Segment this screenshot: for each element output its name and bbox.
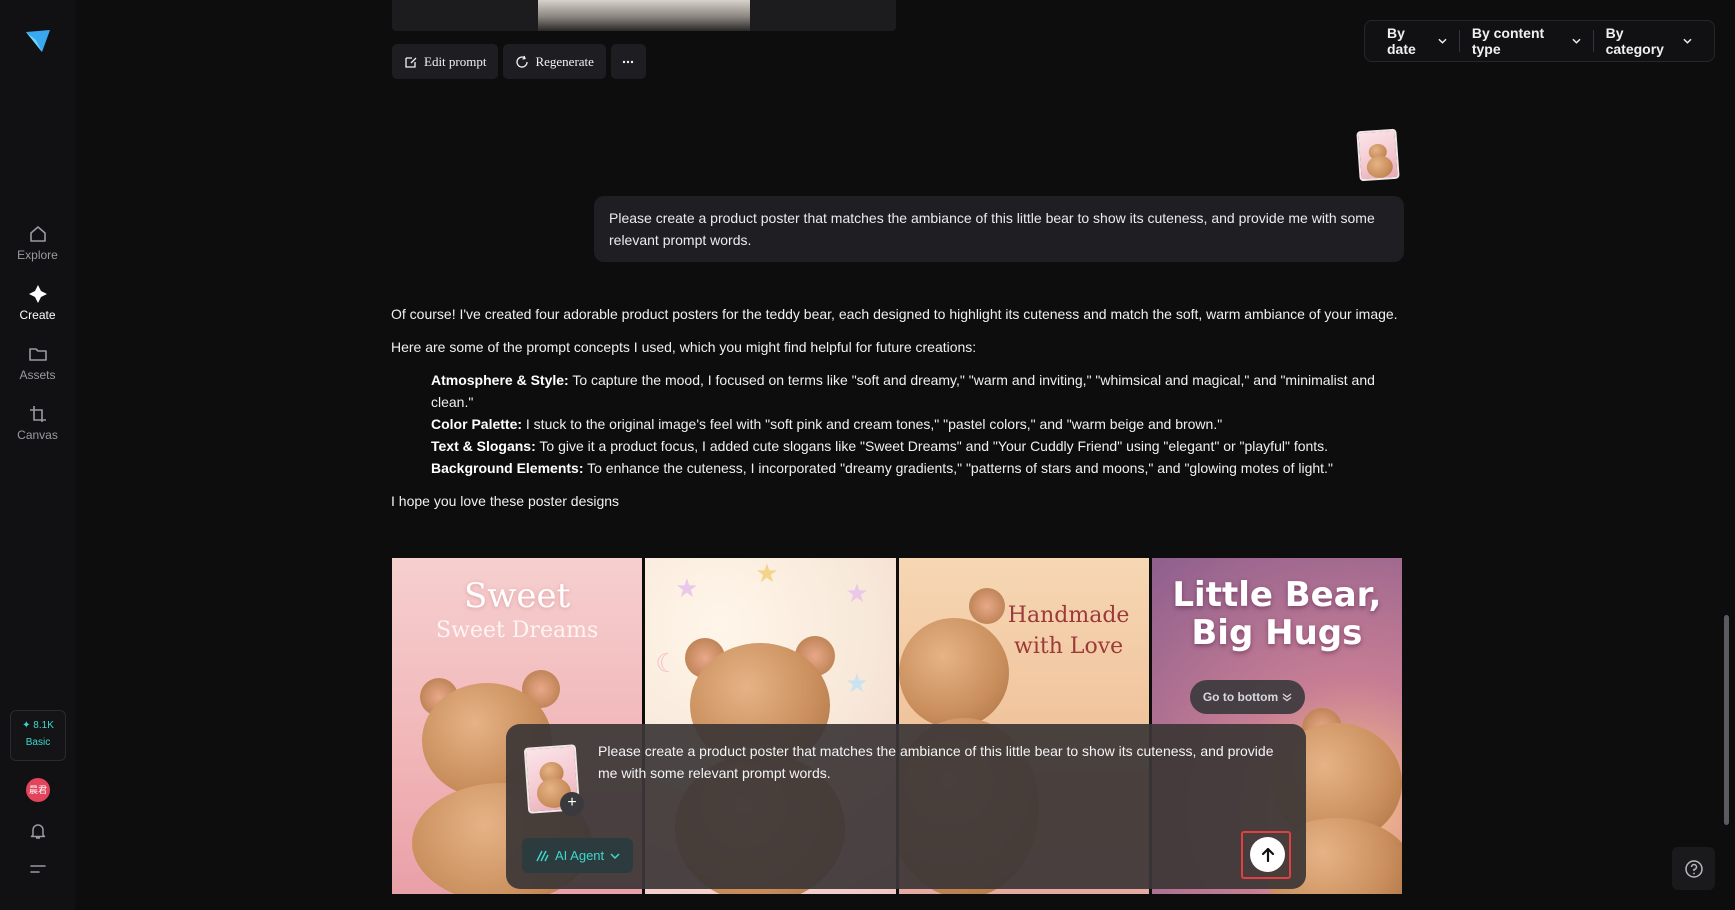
folder-icon [28,348,47,361]
sidebar-item-assets[interactable]: Assets [0,343,75,382]
concept-title: Color Palette: [431,416,523,432]
star-icon: ★ [755,558,779,588]
more-icon [623,60,634,63]
assistant-closing: I hope you love these poster designs [391,493,620,509]
assistant-message: Of course! I've created four adorable pr… [391,303,1401,523]
message-actions: Edit prompt Regenerate [392,44,646,79]
list-item: Background Elements: To enhance the cute… [431,457,1401,479]
sidebar-item-explore[interactable]: Explore [0,223,75,262]
user-message: Please create a product poster that matc… [594,196,1404,262]
go-to-bottom-button[interactable]: Go to bottom [1190,680,1305,714]
concept-text: I stuck to the original image's feel wit… [522,416,1223,432]
poster-title-line: Little Bear, [1172,575,1382,615]
menu-icon[interactable] [28,860,48,878]
prompt-input[interactable]: Please create a product poster that matc… [598,740,1278,784]
poster-title-line: Big Hugs [1191,613,1363,653]
star-icon: ☾ [655,648,679,678]
poster-title-line: Handmade [1007,603,1130,628]
sparkle-icon [28,285,47,303]
concept-text: To capture the mood, I focused on terms … [431,372,1375,410]
sidebar-item-label: Assets [19,368,56,382]
user-attached-image[interactable] [1356,128,1400,182]
scrollbar[interactable] [1724,615,1729,825]
chevron-down-icon [610,852,620,859]
star-icon: ★ [675,573,699,603]
filter-by-category[interactable]: By category [1592,25,1704,57]
filter-by-date[interactable]: By date [1375,25,1459,57]
chevron-down-icon [1683,38,1692,44]
credits-star-icon: ✦ [22,720,34,731]
avatar[interactable]: 晨君 [26,778,50,802]
home-icon [29,226,46,242]
agent-label: AI Agent [555,848,605,863]
filter-label: By content type [1471,25,1545,57]
assistant-intro: Of course! I've created four adorable pr… [391,306,1398,322]
assistant-concepts-lead: Here are some of the prompt concepts I u… [391,339,977,355]
list-item: Atmosphere & Style: To capture the mood,… [431,369,1401,413]
concept-text: To give it a product focus, I added cute… [535,438,1329,454]
filter-label: By category [1605,25,1664,57]
chevrons-down-icon [1282,693,1292,702]
poster-title: Sweet [463,576,571,616]
app-logo-icon[interactable] [24,28,52,54]
list-item: Text & Slogans: To give it a product foc… [431,435,1401,457]
concept-title: Text & Slogans: [431,438,536,454]
list-item: Color Palette: I stuck to the original i… [431,413,1401,435]
plan-label: Basic [25,737,51,748]
filter-label: By date [1387,25,1416,57]
credits-badge[interactable]: ✦ 8.1K Basic [10,710,66,761]
crop-icon [29,406,46,422]
star-icon: ★ [845,578,869,608]
sidebar-item-label: Create [19,308,56,322]
star-icon: ★ [845,668,869,698]
poster-title: Little Bear, Big Hugs [1152,576,1402,652]
refresh-icon [516,55,529,68]
button-label: Regenerate [535,53,594,69]
help-button[interactable] [1672,847,1715,890]
filter-by-content-type[interactable]: By content type [1458,25,1593,57]
prompt-composer: + Please create a product poster that ma… [506,724,1306,889]
poster-title-line: with Love [1014,634,1124,659]
button-label: Go to bottom [1202,690,1279,704]
sidebar-item-label: Explore [17,248,58,262]
question-icon [1684,859,1703,878]
sidebar-item-label: Canvas [17,428,58,442]
send-button[interactable] [1250,837,1285,872]
more-options-button[interactable] [610,44,646,79]
credits-amount: 8.1K [33,720,54,731]
regenerate-button[interactable]: Regenerate [503,44,606,79]
chevron-down-icon [1438,38,1447,44]
edit-icon [405,56,417,68]
previous-image[interactable] [538,0,750,31]
sidebar: Explore Create Assets Canvas ✦ 8.1K Basi… [0,0,75,910]
concept-title: Background Elements: [431,460,584,476]
sidebar-item-canvas[interactable]: Canvas [0,403,75,442]
add-image-button[interactable]: + [560,792,584,816]
poster-subtitle: Sweet Dreams [436,618,599,643]
filter-bar: By date By content type By category [1364,20,1715,62]
chevron-down-icon [1572,38,1581,44]
concept-list: Atmosphere & Style: To capture the mood,… [391,369,1401,479]
button-label: Edit prompt [424,53,487,69]
arrow-up-icon [1261,847,1274,862]
sidebar-item-create[interactable]: Create [0,283,75,322]
edit-prompt-button[interactable]: Edit prompt [392,44,499,79]
concept-text: To enhance the cuteness, I incorporated … [583,460,1333,476]
concept-title: Atmosphere & Style: [431,372,569,388]
ai-agent-selector[interactable]: AI Agent [522,838,634,873]
agent-icon [536,850,549,861]
bell-icon[interactable] [27,820,49,842]
